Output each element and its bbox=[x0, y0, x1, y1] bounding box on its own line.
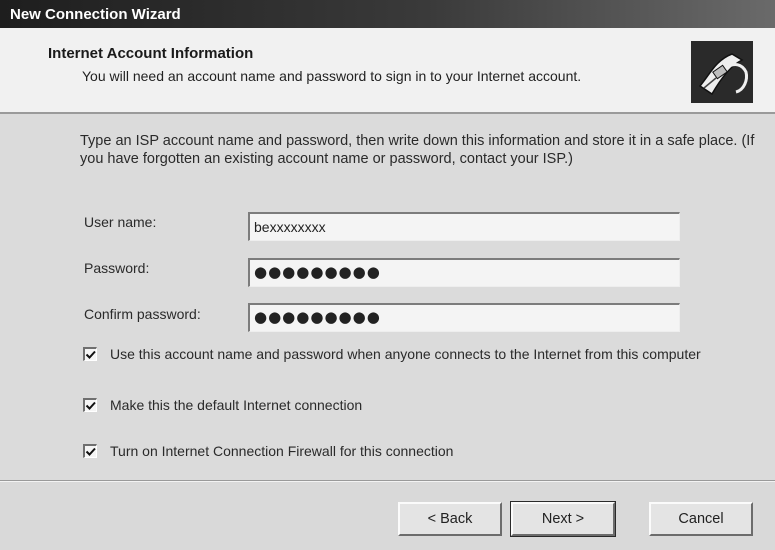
wizard-body: Type an ISP account name and password, t… bbox=[0, 114, 775, 480]
cancel-button[interactable]: Cancel bbox=[649, 502, 753, 536]
back-button[interactable]: < Back bbox=[398, 502, 502, 536]
default-connection-checkbox[interactable] bbox=[83, 398, 97, 412]
checkmark-icon bbox=[85, 401, 96, 410]
next-button[interactable]: Next > bbox=[510, 501, 616, 537]
instructions-text: Type an ISP account name and password, t… bbox=[80, 133, 755, 167]
password-label: Password: bbox=[84, 260, 150, 276]
confirm-password-field[interactable]: ●●●●●●●●● bbox=[248, 303, 680, 332]
firewall-label[interactable]: Turn on Internet Connection Firewall for… bbox=[110, 443, 720, 460]
network-cable-icon bbox=[690, 40, 754, 104]
wizard-header: Internet Account Information You will ne… bbox=[0, 28, 775, 114]
confirm-password-label: Confirm password: bbox=[84, 306, 201, 322]
username-label: User name: bbox=[84, 214, 157, 230]
wizard-footer: < Back Next > Cancel bbox=[0, 482, 775, 550]
page-subtitle: You will need an account name and passwo… bbox=[82, 68, 582, 84]
default-connection-label[interactable]: Make this the default Internet connectio… bbox=[110, 397, 720, 414]
page-title: Internet Account Information bbox=[48, 45, 254, 62]
username-field[interactable]: bexxxxxxxx bbox=[248, 212, 680, 241]
share-account-label[interactable]: Use this account name and password when … bbox=[110, 346, 720, 363]
checkmark-icon bbox=[85, 350, 96, 359]
window-title: New Connection Wizard bbox=[10, 6, 181, 23]
password-field[interactable]: ●●●●●●●●● bbox=[248, 258, 680, 287]
share-account-checkbox[interactable] bbox=[83, 347, 97, 361]
title-bar: New Connection Wizard bbox=[0, 0, 775, 28]
firewall-checkbox[interactable] bbox=[83, 444, 97, 458]
checkmark-icon bbox=[85, 447, 96, 456]
